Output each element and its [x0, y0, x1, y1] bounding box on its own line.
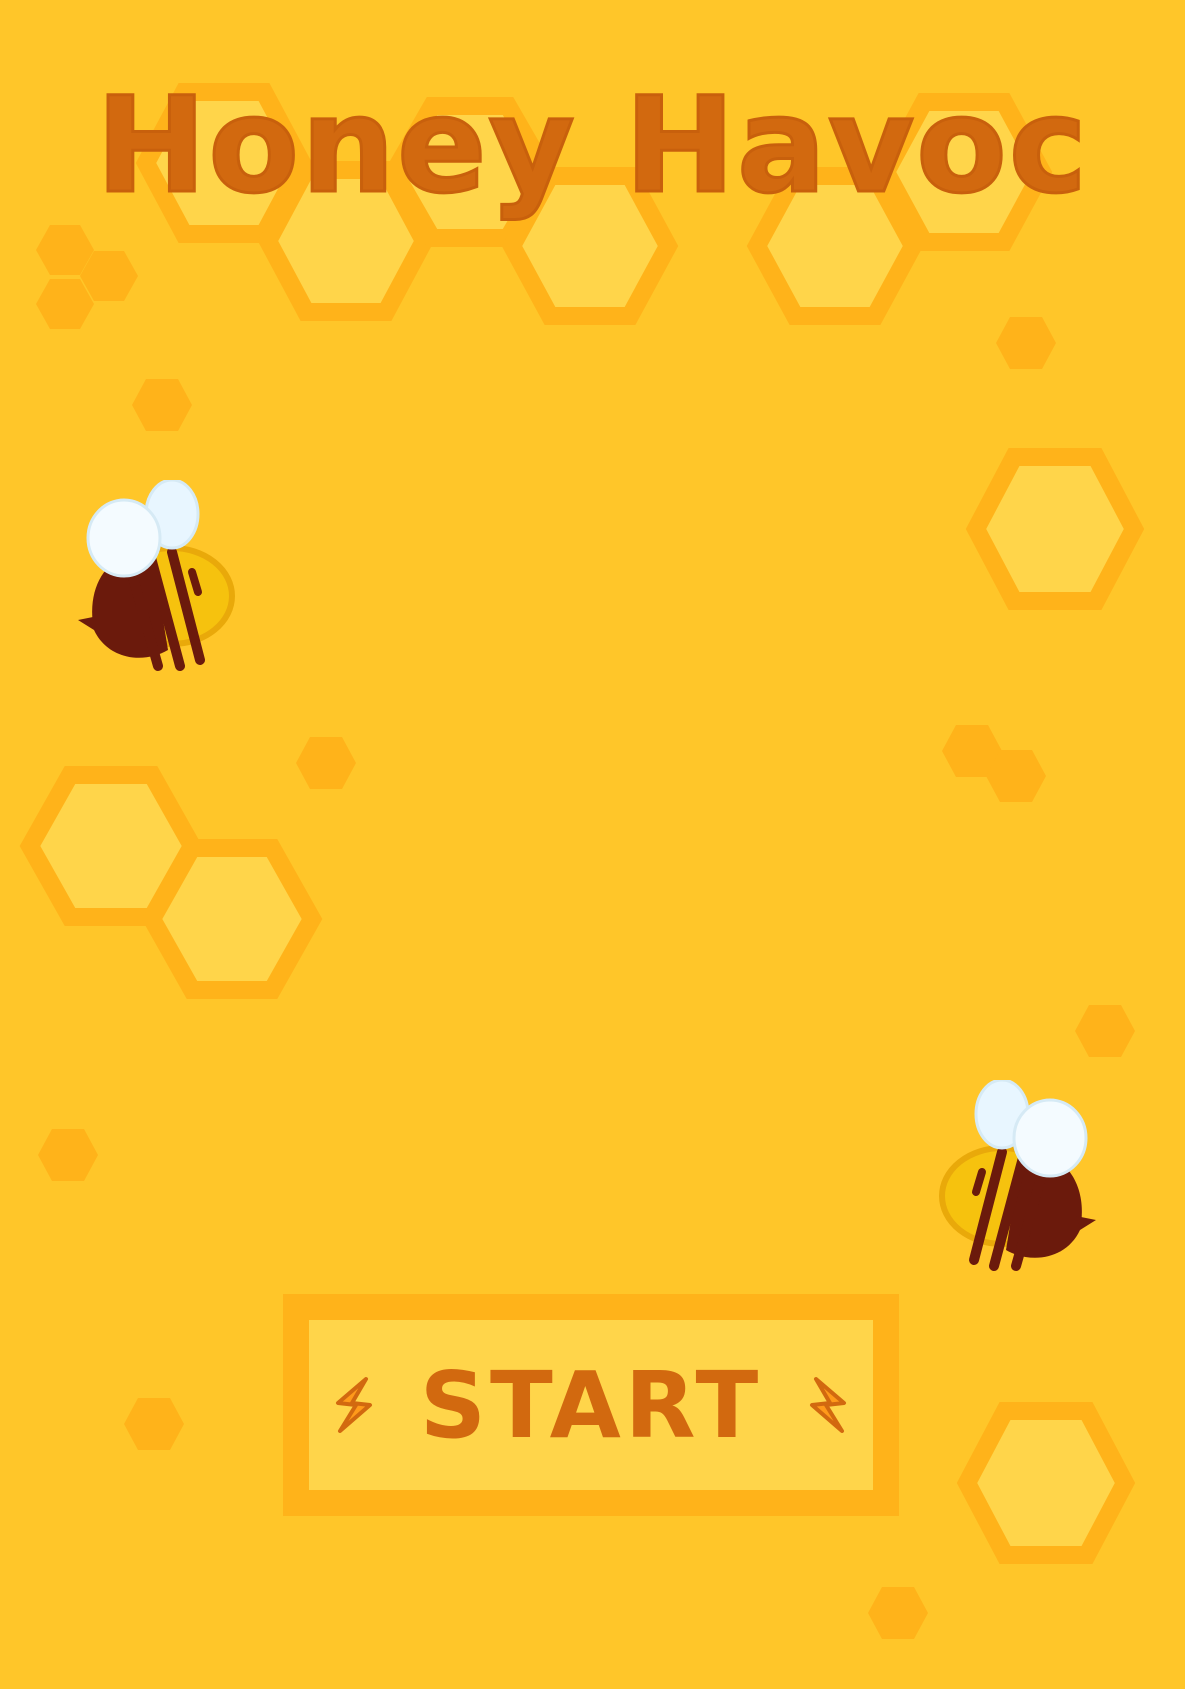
bee-icon — [939, 1080, 1096, 1271]
hexagon-icon — [132, 379, 192, 431]
hexagon-icon — [868, 1587, 928, 1639]
hexagon-icon — [141, 839, 323, 999]
lightning-spark-icon — [335, 1377, 372, 1433]
lightning-spark-icon — [810, 1377, 847, 1433]
hexagon-icon — [124, 1398, 184, 1450]
start-button[interactable]: START — [283, 1294, 899, 1516]
hexagon-icon — [956, 1402, 1136, 1564]
game-title: Honey Havoc — [94, 69, 1090, 223]
start-button-label: START — [419, 1351, 763, 1459]
hexagon-icon — [965, 448, 1145, 610]
hexagon-icon — [38, 1129, 98, 1181]
hexagon-icon — [36, 279, 94, 329]
hexagon-icon — [996, 317, 1056, 369]
game-start-screen: Honey Havoc START — [0, 0, 1185, 1689]
bee-icon — [78, 480, 235, 671]
hexagon-icon — [1075, 1005, 1135, 1057]
hexagon-icon — [296, 737, 356, 789]
